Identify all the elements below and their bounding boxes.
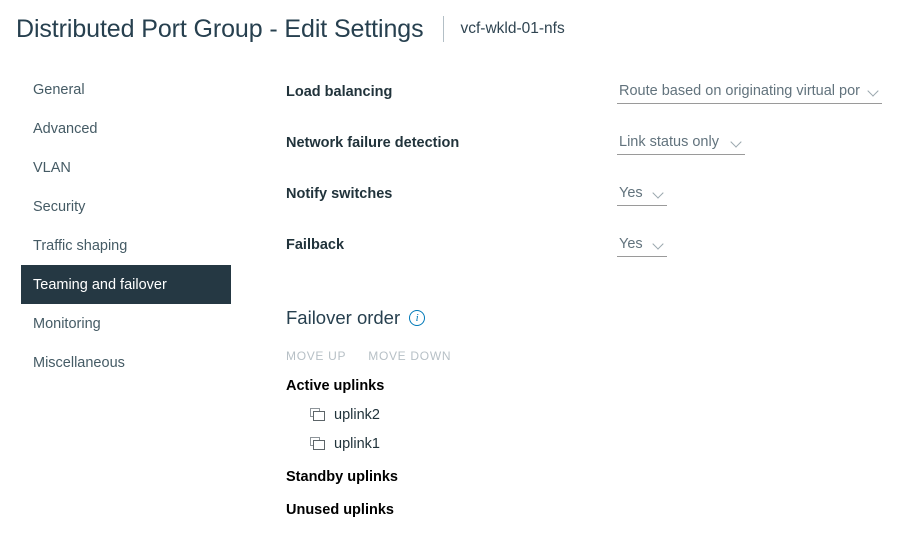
chevron-down-icon [653, 187, 665, 199]
load-balancing-select[interactable]: Route based on originating virtual por [617, 80, 882, 104]
failover-order-header: Failover order i [286, 305, 906, 331]
sidebar-item-vlan[interactable]: VLAN [0, 148, 231, 187]
unused-uplinks-header: Unused uplinks [286, 500, 906, 520]
list-item[interactable]: uplink1 [310, 434, 906, 454]
chevron-down-icon [731, 136, 743, 148]
sidebar-item-miscellaneous[interactable]: Miscellaneous [0, 343, 231, 382]
notify-switches-label: Notify switches [286, 186, 392, 202]
dialog-header: Distributed Port Group - Edit Settings v… [0, 0, 906, 58]
group-label: Standby uplinks [286, 469, 398, 485]
object-name: vcf-wkld-01-nfs [461, 20, 565, 38]
sidebar-item-monitoring[interactable]: Monitoring [0, 304, 231, 343]
network-failure-detection-value: Link status only [619, 134, 719, 150]
info-icon[interactable]: i [409, 310, 425, 326]
uplink-label: uplink2 [334, 407, 380, 423]
move-down-button[interactable]: MOVE DOWN [368, 349, 451, 363]
failback-value: Yes [619, 236, 643, 252]
settings-form: Load balancing Route based on originatin… [286, 70, 906, 274]
form-row-notify-switches: Notify switches Yes [286, 172, 906, 223]
active-uplinks-header: Active uplinks [286, 376, 906, 396]
page-title: Distributed Port Group - Edit Settings [16, 15, 424, 44]
sidebar-item-advanced[interactable]: Advanced [0, 109, 231, 148]
sidebar-item-security[interactable]: Security [0, 187, 231, 226]
uplink-label: uplink1 [334, 436, 380, 452]
notify-switches-select[interactable]: Yes [617, 182, 667, 206]
failover-order-section: Failover order i MOVE UP MOVE DOWN Activ… [286, 305, 906, 520]
form-row-network-failure-detection: Network failure detection Link status on… [286, 121, 906, 172]
standby-uplinks-header: Standby uplinks [286, 467, 906, 487]
failback-select[interactable]: Yes [617, 233, 667, 257]
sidebar-item-label: VLAN [33, 160, 71, 176]
chevron-down-icon [653, 238, 665, 250]
network-failure-detection-label: Network failure detection [286, 135, 459, 151]
sidebar-item-traffic-shaping[interactable]: Traffic shaping [0, 226, 231, 265]
network-failure-detection-select[interactable]: Link status only [617, 131, 745, 155]
uplink-icon [310, 408, 326, 422]
sidebar-item-label: Security [33, 199, 85, 215]
title-separator [443, 16, 444, 42]
sidebar-item-general[interactable]: General [0, 70, 231, 109]
uplink-icon [310, 437, 326, 451]
sidebar-item-label: Traffic shaping [33, 238, 127, 254]
group-label: Unused uplinks [286, 502, 394, 518]
load-balancing-label: Load balancing [286, 84, 392, 100]
sidebar-item-label: Monitoring [33, 316, 101, 332]
sidebar-item-label: Miscellaneous [33, 355, 125, 371]
sidebar-item-teaming-and-failover[interactable]: Teaming and failover [21, 265, 231, 304]
failover-order-title: Failover order [286, 307, 400, 329]
form-row-load-balancing: Load balancing Route based on originatin… [286, 70, 906, 121]
form-row-failback: Failback Yes [286, 223, 906, 274]
sidebar-item-label: General [33, 82, 85, 98]
group-label: Active uplinks [286, 378, 384, 394]
move-up-button[interactable]: MOVE UP [286, 349, 346, 363]
sidebar-item-label: Teaming and failover [33, 277, 167, 293]
notify-switches-value: Yes [619, 185, 643, 201]
load-balancing-value: Route based on originating virtual por [619, 83, 860, 99]
settings-sidebar: General Advanced VLAN Security Traffic s… [0, 70, 245, 382]
failback-label: Failback [286, 237, 344, 253]
sidebar-item-label: Advanced [33, 121, 98, 137]
chevron-down-icon [868, 85, 880, 97]
move-toolbar: MOVE UP MOVE DOWN [286, 349, 906, 363]
list-item[interactable]: uplink2 [310, 405, 906, 425]
